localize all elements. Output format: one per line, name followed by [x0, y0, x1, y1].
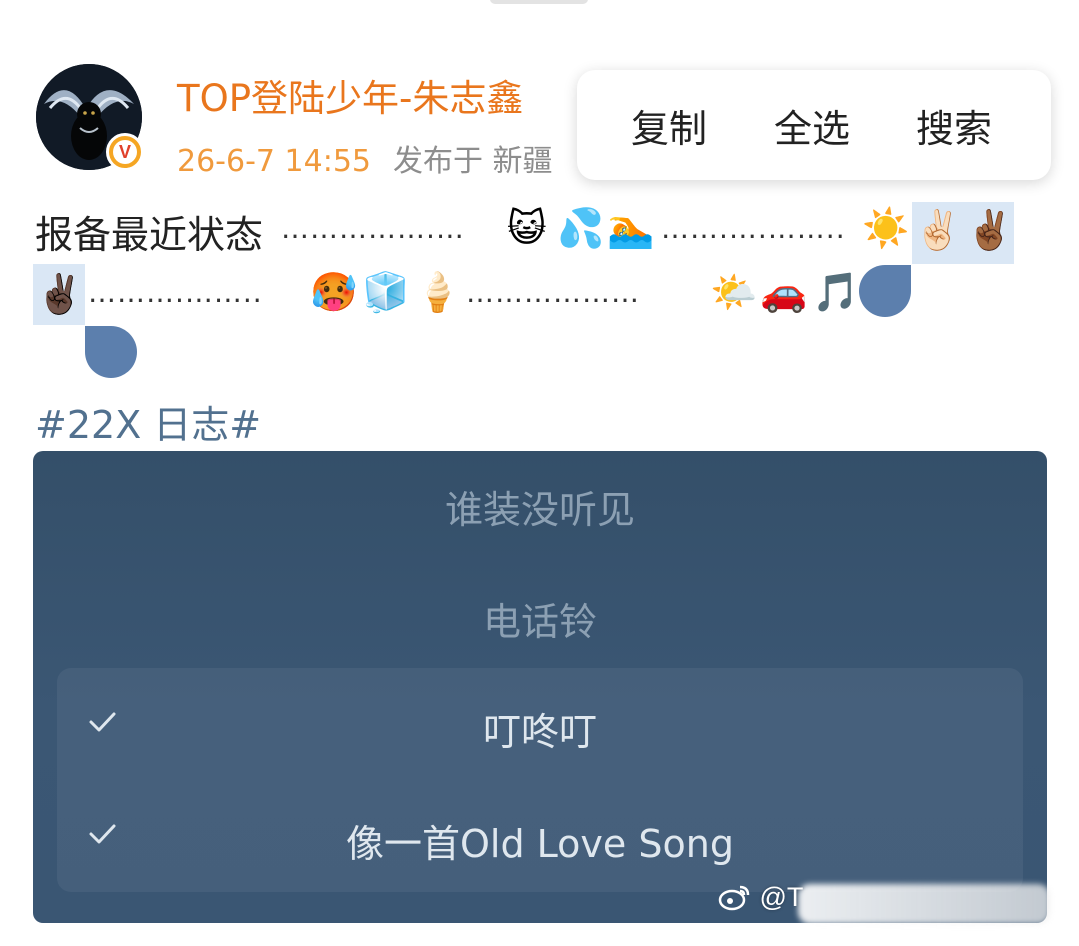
sun-cloud-emoji: 🌤️ — [710, 270, 758, 314]
weibo-icon — [718, 885, 750, 911]
watermark-text: @T — [759, 882, 804, 912]
sweat-emoji: 💦 — [557, 206, 605, 250]
post-location: 发布于 新疆 — [393, 144, 553, 179]
select-all-button[interactable]: 全选 — [774, 98, 850, 153]
weibo-watermark: @T — [718, 882, 803, 913]
selection-start-handle[interactable] — [85, 326, 137, 378]
verified-badge-icon: V — [106, 133, 144, 171]
search-button[interactable]: 搜索 — [916, 98, 992, 153]
peace-medium-emoji: ✌🏾 — [966, 208, 1014, 252]
hot-face-emoji: 🥵 — [310, 270, 358, 314]
ice-cream-emoji: 🍦 — [414, 270, 462, 314]
post-text-dots: ……………… — [466, 276, 640, 309]
text-selection-menu: 复制 全选 搜索 — [577, 70, 1051, 180]
post-text-dots: ……….…….. — [88, 276, 263, 309]
post-timestamp: 26-6-7 14:55 — [177, 144, 371, 179]
post-text-dots: …….….…….. — [661, 212, 846, 245]
image-item-label: 叮咚叮 — [482, 710, 597, 754]
image-list-item: 谁装没听见 — [33, 479, 1047, 534]
image-list-item: 像一首Old Love Song — [33, 813, 1047, 868]
post-image[interactable]: 谁装没听见 电话铃 叮咚叮 像一首Old Love Song — [33, 451, 1047, 923]
image-list-item: 电话铃 — [33, 591, 1047, 646]
watermark-blur — [798, 884, 1050, 924]
post-text-line: 报备最近状态 — [35, 213, 264, 257]
selection-end-handle[interactable] — [859, 265, 911, 317]
image-item-label: 电话铃 — [482, 600, 597, 644]
image-item-label: 谁装没听见 — [444, 488, 635, 532]
peace-dark-emoji: ✌🏿 — [36, 272, 84, 316]
swim-emoji: 🏊 — [607, 206, 655, 250]
post-meta: 26-6-7 14:55 发布于 新疆 — [177, 136, 553, 180]
cat-emoji: 😺 — [507, 206, 547, 250]
image-list-item: 叮咚叮 — [33, 701, 1047, 756]
verified-badge-letter: V — [113, 140, 137, 164]
hashtag-link[interactable]: #22X 日志# — [35, 394, 261, 449]
image-item-label: 像一首Old Love Song — [346, 822, 734, 866]
car-emoji: 🚗 — [760, 270, 808, 314]
post-text-dots: …………….… — [281, 212, 465, 245]
drag-handle — [490, 0, 588, 4]
ice-emoji: 🧊 — [362, 270, 410, 314]
sun-emoji: ☀️ — [862, 206, 910, 250]
username[interactable]: TOP登陆少年-朱志鑫 — [177, 68, 523, 122]
music-emoji: 🎵 — [812, 270, 860, 314]
peace-light-emoji: ✌🏻 — [914, 208, 962, 252]
copy-button[interactable]: 复制 — [631, 98, 707, 153]
